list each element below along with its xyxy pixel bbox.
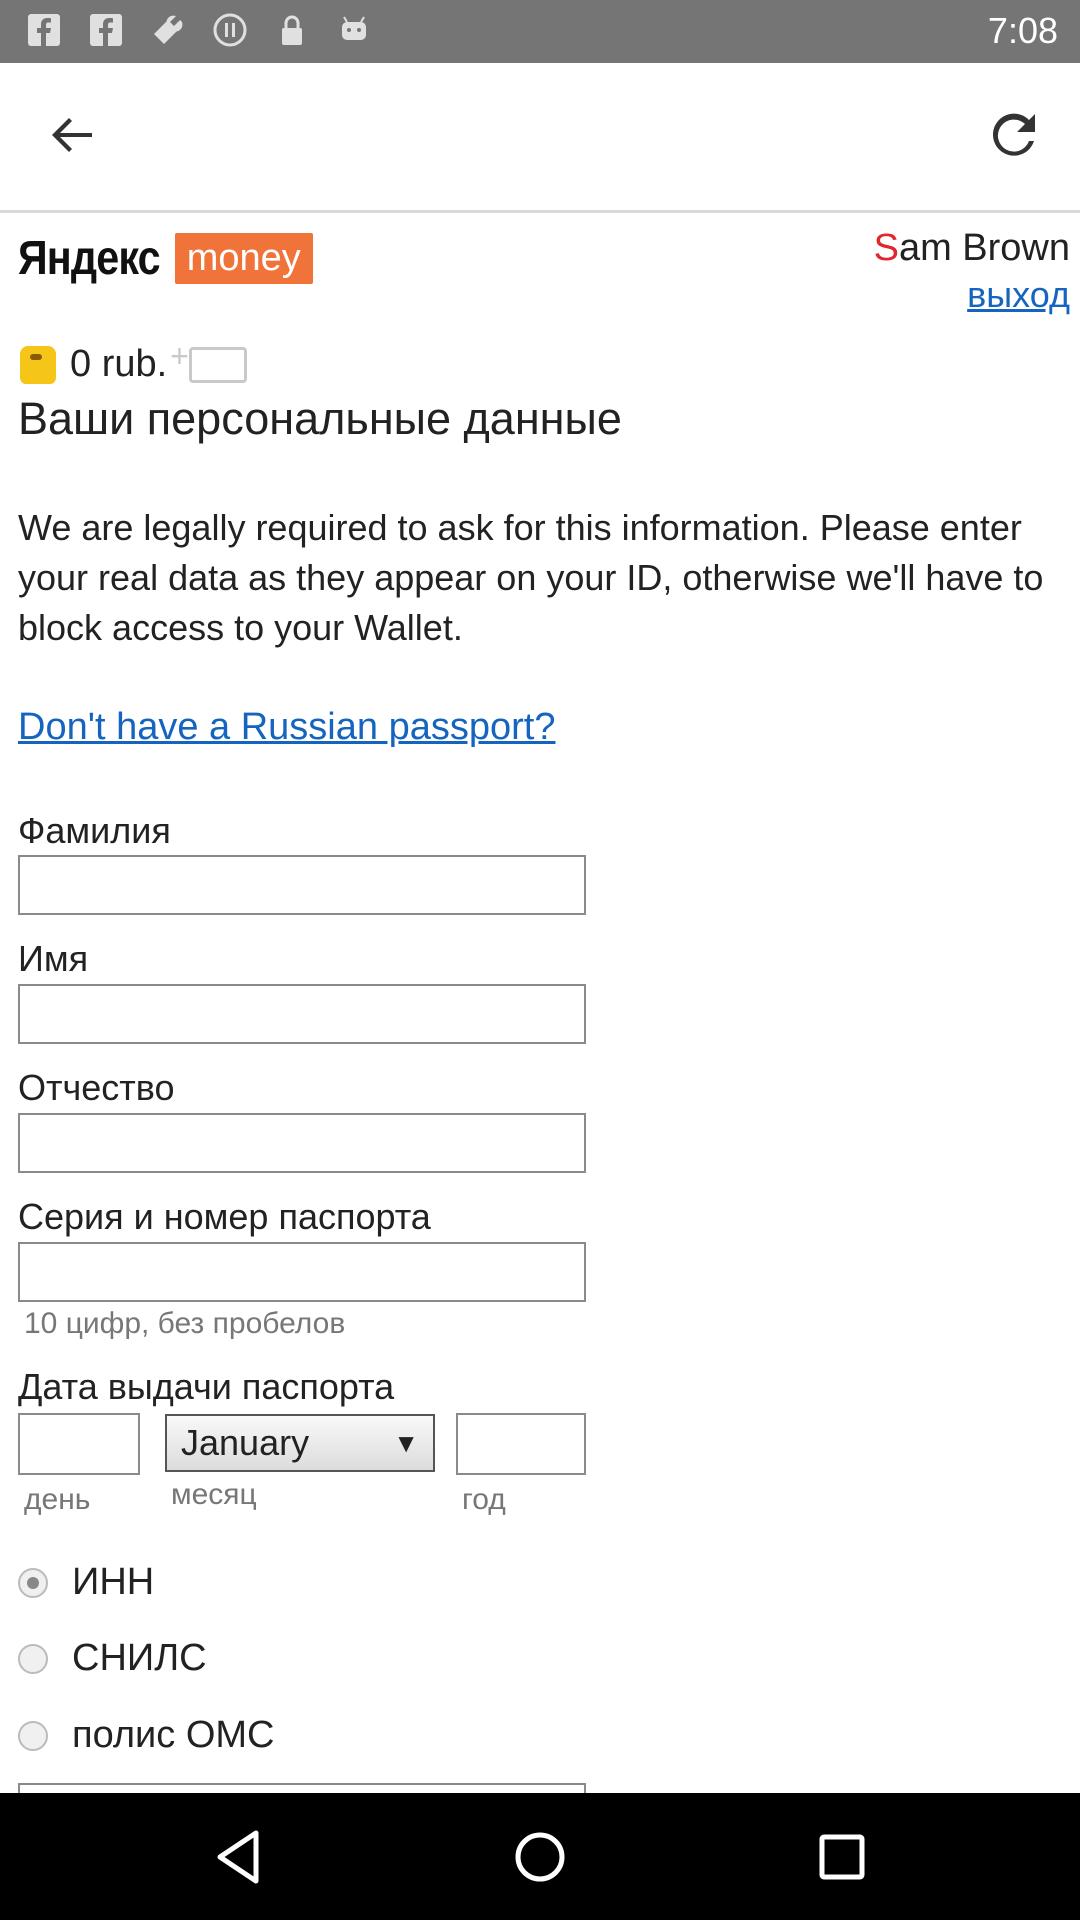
logo-yandex-text: Яндекс [18, 232, 161, 285]
year-hint: год [462, 1483, 506, 1516]
surname-label: Фамилия [18, 810, 171, 851]
passport-number-label: Серия и номер паспорта [18, 1196, 431, 1237]
patronymic-input[interactable] [18, 1113, 586, 1173]
day-hint: день [24, 1483, 91, 1516]
issue-month-select[interactable]: January ▼ [165, 1414, 435, 1472]
issue-date-label: Дата выдачи паспорта [18, 1366, 395, 1407]
radio-button[interactable] [18, 1567, 48, 1598]
wallet-icon [20, 345, 56, 384]
pause-circle-icon [212, 12, 248, 48]
user-name[interactable]: Sam Brown [874, 227, 1070, 270]
balance-row: 0 rub. [20, 338, 248, 386]
back-triangle-icon[interactable] [198, 1815, 282, 1899]
issue-month-value: January [181, 1422, 310, 1463]
no-russian-passport-link[interactable]: Don't have a Russian passport? [18, 706, 555, 749]
browser-toolbar [0, 63, 1080, 213]
month-hint: месяц [171, 1478, 257, 1511]
android-icon [336, 12, 372, 48]
yandex-money-logo[interactable]: Яндекс money [18, 231, 313, 286]
radio-button[interactable] [18, 1643, 48, 1674]
system-nav-bar [0, 1793, 1080, 1920]
user-name-rest: am Brown [898, 227, 1070, 269]
name-input[interactable] [18, 984, 586, 1044]
radio-button[interactable] [18, 1720, 48, 1751]
wrench-icon [150, 12, 186, 48]
facebook-icon [26, 12, 62, 48]
surname-input[interactable] [18, 855, 586, 915]
status-time: 7:08 [987, 10, 1058, 51]
web-content: Яндекс money Sam Brown выход 0 rub. Ваши… [0, 213, 1080, 1793]
user-name-initial: S [873, 227, 899, 269]
status-bar: 7:08 [0, 0, 1080, 63]
radio-inn-label: ИНН [72, 1561, 155, 1603]
passport-number-input[interactable] [18, 1242, 586, 1302]
recent-square-icon[interactable] [800, 1815, 884, 1899]
facebook-icon [88, 12, 124, 48]
issue-year-input[interactable] [456, 1413, 586, 1475]
logout-link[interactable]: выход [874, 274, 1070, 316]
radio-oms-label: полис ОМС [72, 1714, 275, 1756]
radio-oms[interactable]: полис ОМС [18, 1714, 275, 1757]
name-label: Имя [18, 938, 89, 979]
radio-snils-label: СНИЛС [72, 1637, 207, 1679]
page-title: Ваши персональные данные [18, 393, 622, 444]
radio-inn[interactable]: ИНН [18, 1561, 154, 1604]
patronymic-label: Отчество [18, 1067, 175, 1108]
passport-number-hint: 10 цифр, без пробелов [24, 1307, 346, 1340]
add-card-icon[interactable] [170, 338, 248, 383]
user-block: Sam Brown выход [874, 227, 1070, 316]
balance-amount: 0 rub. [70, 343, 168, 385]
arrow-left-icon[interactable] [40, 103, 104, 167]
radio-snils[interactable]: СНИЛС [18, 1637, 207, 1680]
document-number-input[interactable] [18, 1783, 586, 1793]
intro-text: We are legally required to ask for this … [18, 507, 1044, 648]
lock-icon [274, 12, 310, 48]
logo-money-badge: money [174, 233, 313, 284]
dropdown-arrow-icon: ▼ [393, 1428, 419, 1458]
home-circle-icon[interactable] [498, 1815, 582, 1899]
issue-day-input[interactable] [18, 1413, 140, 1475]
refresh-icon[interactable] [982, 103, 1046, 167]
